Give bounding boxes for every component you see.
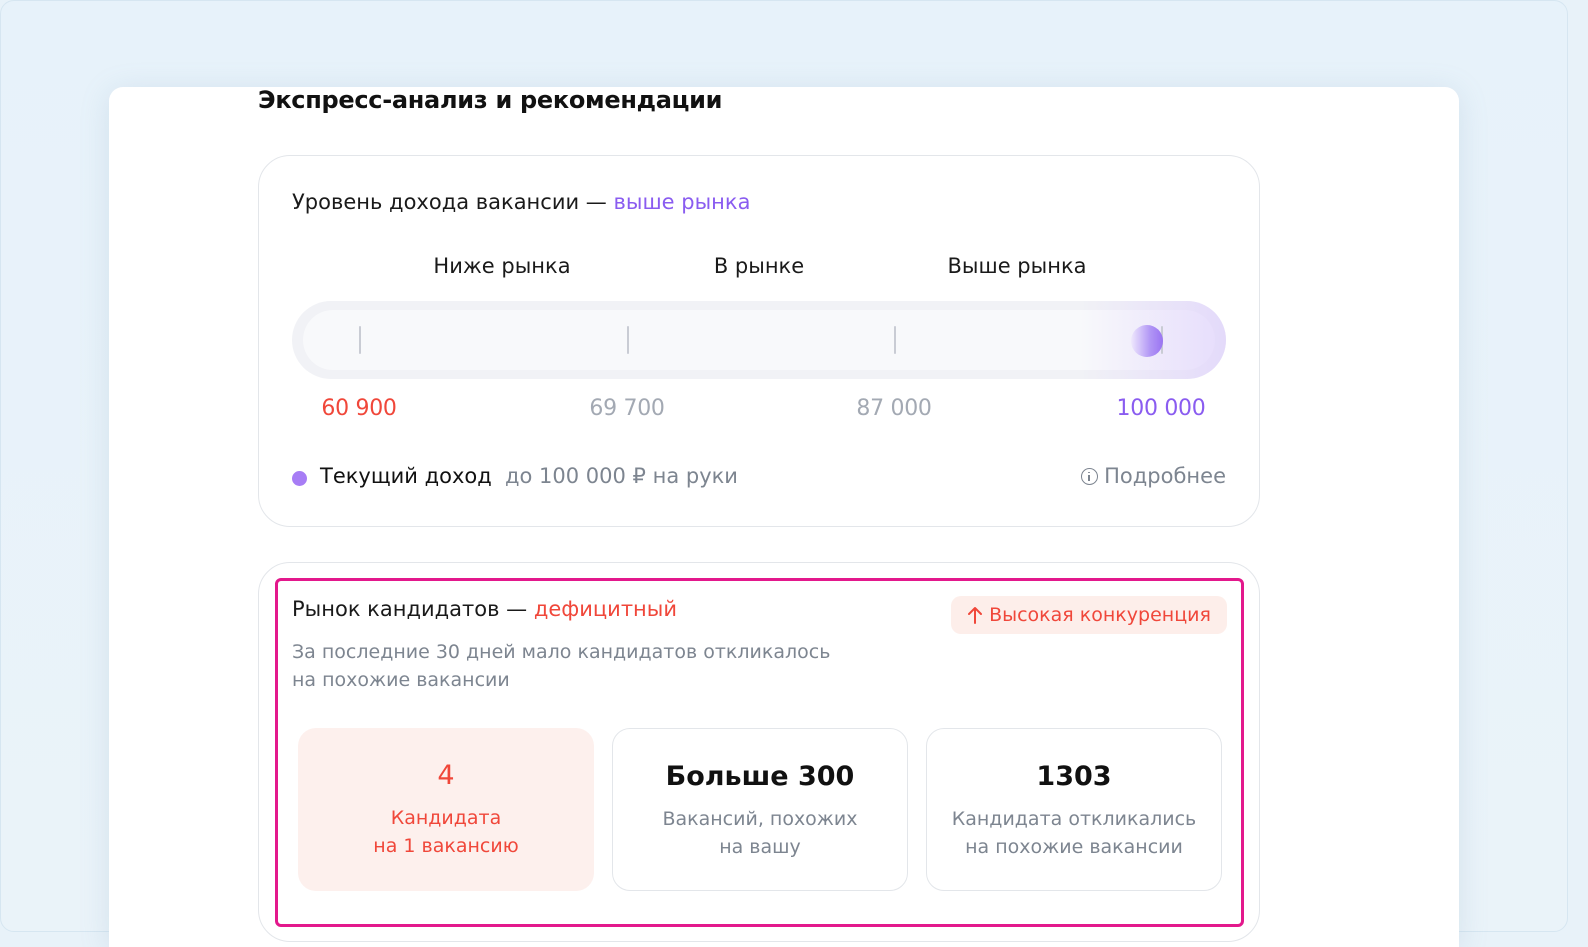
stat-caption-line: на вашу <box>719 836 801 858</box>
competition-badge: Высокая конкуренция <box>951 596 1227 634</box>
current-income-label: Текущий доход <box>320 464 492 488</box>
income-status: выше рынка <box>613 190 751 214</box>
scale-value: 100 000 <box>1116 396 1206 421</box>
market-description-line: За последние 30 дней мало кандидатов отк… <box>292 641 831 663</box>
stat-caption-line: на 1 вакансию <box>373 835 519 857</box>
scale-tick <box>359 326 361 354</box>
current-income-value: до 100 000 ₽ на руки <box>505 464 738 488</box>
stat-value: 1303 <box>1036 761 1112 792</box>
scale-tick <box>627 326 629 354</box>
scale-label-below-market: Ниже рынка <box>433 254 571 278</box>
stat-caption: Кандидата на 1 вакансию <box>298 804 594 860</box>
stat-value: Больше 300 <box>665 761 855 792</box>
income-scale-track-inner <box>303 310 1215 370</box>
stat-caption: Кандидата откликались на похожие ваканси… <box>927 805 1221 861</box>
arrow-up-icon <box>968 607 983 624</box>
market-title-prefix: Рынок кандидатов — <box>292 597 528 621</box>
scale-label-above-market: Выше рынка <box>947 254 1087 278</box>
market-description: За последние 30 дней мало кандидатов отк… <box>292 638 892 694</box>
stat-caption-line: Кандидата откликались <box>951 808 1197 830</box>
stat-card-candidates-responded: 1303 Кандидата откликались на похожие ва… <box>926 728 1222 891</box>
more-details-label: Подробнее <box>1104 464 1226 488</box>
income-card-title: Уровень дохода вакансии — выше рынка <box>292 190 750 214</box>
stat-caption-line: на похожие вакансии <box>965 836 1183 858</box>
competition-badge-label: Высокая конкуренция <box>989 604 1211 626</box>
scale-value: 69 700 <box>589 396 665 421</box>
market-status: дефицитный <box>533 597 678 621</box>
stat-caption-line: Кандидата <box>390 807 502 829</box>
info-icon <box>1081 467 1099 485</box>
current-income-dot <box>292 471 307 486</box>
stat-caption: Вакансий, похожих на вашу <box>613 805 907 861</box>
stat-card-candidates-per-vacancy: 4 Кандидата на 1 вакансию <box>298 728 594 891</box>
more-details-link[interactable]: Подробнее <box>1081 464 1226 488</box>
scale-label-in-market: В рынке <box>713 254 805 278</box>
page-title: Экспресс-анализ и рекомендации <box>258 86 723 114</box>
scale-tick <box>894 326 896 354</box>
current-income-marker <box>1131 325 1163 357</box>
market-description-line: на похожие вакансии <box>292 669 510 691</box>
scale-value: 87 000 <box>856 396 932 421</box>
stat-caption-line: Вакансий, похожих <box>662 808 858 830</box>
scale-value: 60 900 <box>321 396 397 421</box>
income-title-prefix: Уровень дохода вакансии — <box>292 190 607 214</box>
market-card-title: Рынок кандидатов — дефицитный <box>292 597 677 621</box>
stat-value: 4 <box>437 760 455 791</box>
stat-card-similar-vacancies: Больше 300 Вакансий, похожих на вашу <box>612 728 908 891</box>
